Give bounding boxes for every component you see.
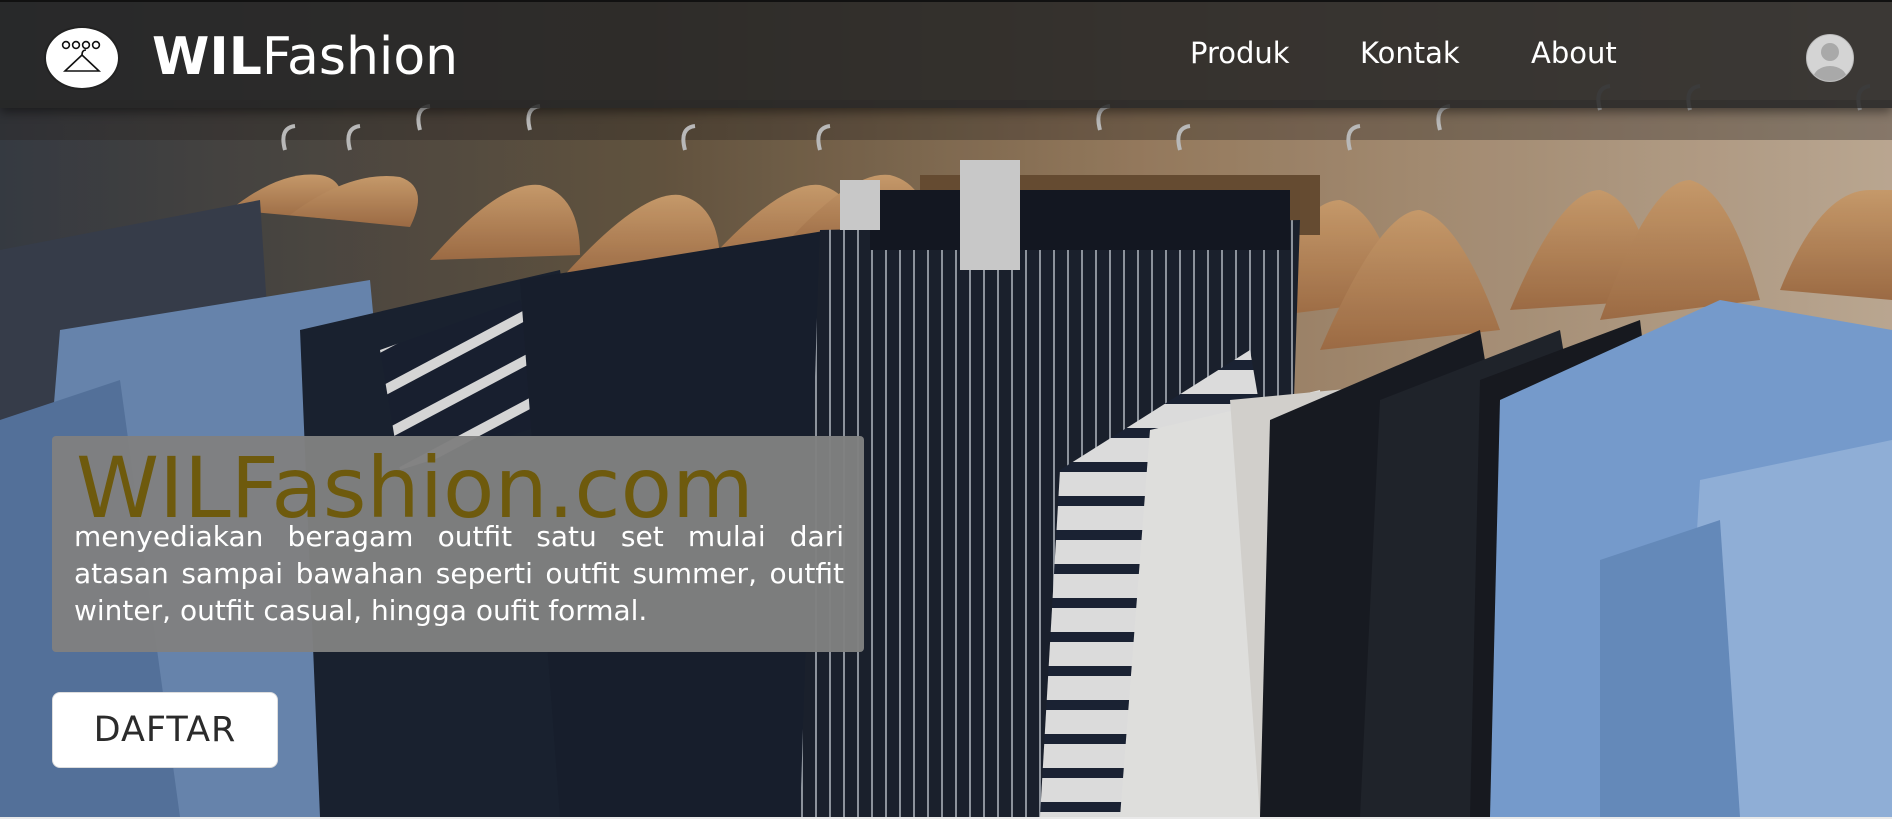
brand-name-bold: WIL: [152, 27, 262, 87]
hero-info-card: WILFashion.com menyediakan beragam outfi…: [52, 436, 864, 652]
hanger-logo-icon[interactable]: [44, 26, 120, 90]
nav-link-kontak[interactable]: Kontak: [1360, 36, 1460, 70]
user-avatar-icon[interactable]: [1806, 34, 1854, 82]
top-navigation-bar: WILFashion Produk Kontak About: [0, 0, 1892, 108]
nav-link-about[interactable]: About: [1531, 36, 1617, 70]
nav-link-produk[interactable]: Produk: [1190, 36, 1290, 70]
hero-background-image: [0, 0, 1892, 817]
hero-section: WILFashion Produk Kontak About WILFashio…: [0, 0, 1892, 819]
daftar-button[interactable]: DAFTAR: [52, 692, 278, 768]
brand-name-light: Fashion: [261, 27, 459, 87]
hero-description: menyediakan beragam outfit satu set mula…: [74, 520, 844, 627]
brand-name[interactable]: WILFashion: [152, 24, 458, 90]
